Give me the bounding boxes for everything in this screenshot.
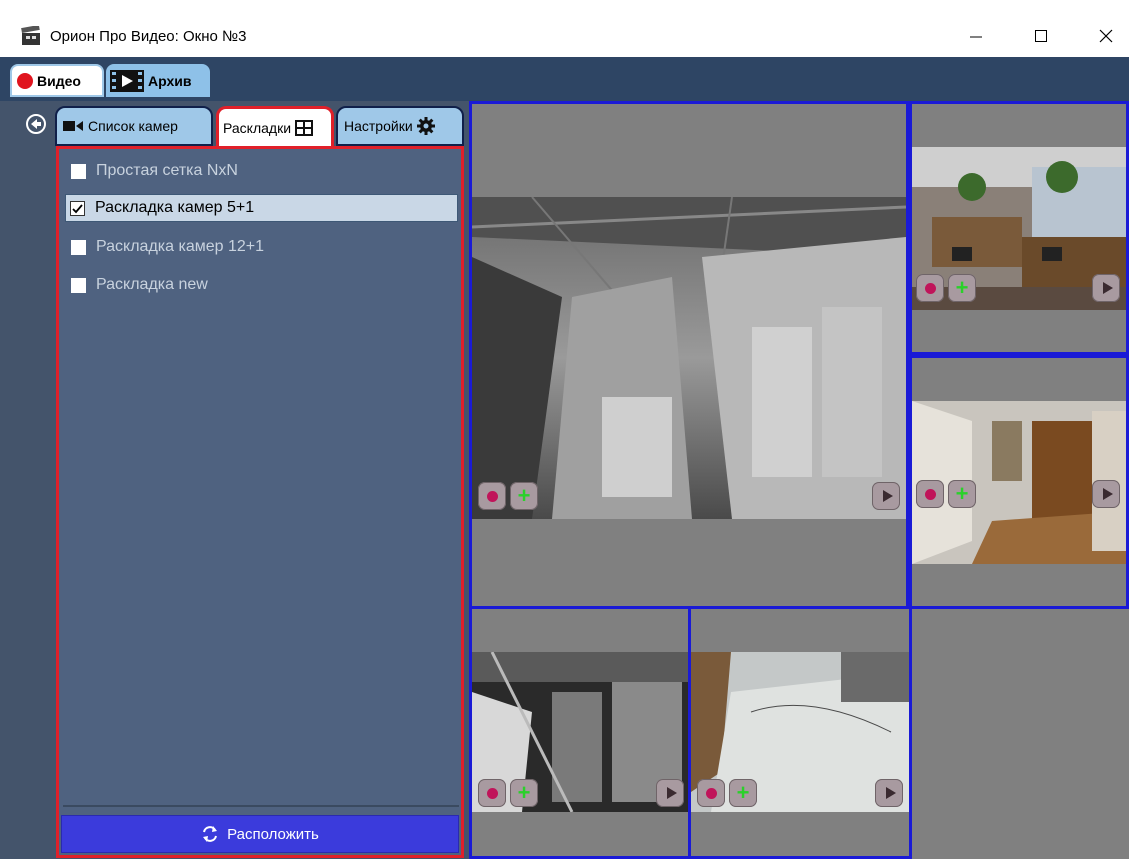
checkmark-icon (72, 203, 83, 213)
play-icon (1102, 488, 1113, 500)
tab-layouts[interactable]: Раскладки (216, 106, 334, 146)
play-icon (882, 490, 893, 502)
checkbox[interactable] (71, 239, 86, 255)
checkbox[interactable] (71, 163, 86, 179)
add-button[interactable]: + (948, 274, 976, 302)
play-button[interactable] (1092, 274, 1120, 302)
divider (63, 805, 459, 807)
record-icon (924, 282, 936, 294)
camera-feed-warehouse (472, 197, 906, 519)
maximize-button[interactable] (1018, 16, 1064, 56)
tab-settings[interactable]: Настройки (336, 106, 464, 146)
layouts-list-panel: Простая сетка NxN Раскладка камер 5+1 Ра… (56, 146, 464, 858)
checkbox-checked[interactable] (70, 200, 85, 216)
layout-item-selected[interactable]: Раскладка камер 5+1 (65, 194, 458, 222)
tab-video[interactable]: Видео (10, 64, 104, 97)
record-button[interactable] (916, 480, 944, 508)
play-button[interactable] (872, 482, 900, 510)
video-cell-storage[interactable]: + (469, 606, 691, 859)
layout-item[interactable]: Раскладка new (67, 271, 208, 299)
video-cell-main[interactable]: + (469, 101, 909, 609)
back-arrow-icon (26, 114, 46, 134)
play-button[interactable] (875, 779, 903, 807)
grid-icon (295, 119, 314, 136)
minimize-button[interactable] (953, 16, 999, 56)
tab-layouts-label: Раскладки (223, 119, 292, 136)
play-icon (1102, 282, 1113, 294)
tab-camera-list-label: Список камер (88, 118, 178, 134)
video-cell-empty[interactable] (912, 609, 1129, 859)
refresh-icon (203, 826, 218, 842)
add-button[interactable]: + (729, 779, 757, 807)
window-title: Орион Про Видео: Окно №3 (50, 28, 247, 45)
play-button[interactable] (656, 779, 684, 807)
arrange-button-label: Расположить (227, 825, 319, 843)
video-cell-hall[interactable]: + (688, 606, 912, 859)
tab-settings-label: Настройки (344, 118, 413, 134)
play-icon (666, 787, 677, 799)
plus-icon: + (955, 275, 969, 300)
record-icon (486, 490, 498, 502)
record-button[interactable] (478, 779, 506, 807)
add-button[interactable]: + (948, 480, 976, 508)
layout-item-label: Раскладка new (96, 276, 208, 293)
close-button[interactable] (1083, 16, 1129, 56)
plus-icon: + (517, 780, 531, 805)
arrange-button[interactable]: Расположить (61, 815, 459, 853)
record-button[interactable] (697, 779, 725, 807)
plus-icon: + (955, 481, 969, 506)
minimize-icon (970, 36, 982, 38)
tab-archive[interactable]: Архив (106, 64, 210, 97)
tab-archive-label: Архив (148, 72, 192, 89)
layout-item-label: Простая сетка NxN (96, 162, 238, 179)
video-cell-corridor[interactable]: + (909, 355, 1129, 609)
maximize-icon (1035, 30, 1047, 42)
add-button[interactable]: + (510, 779, 538, 807)
title-bar: Орион Про Видео: Окно №3 (0, 0, 1129, 57)
record-icon (486, 787, 498, 799)
collapse-panel-button[interactable] (25, 113, 47, 140)
checkbox[interactable] (71, 277, 86, 293)
warehouse-image (472, 197, 906, 519)
film-icon (110, 69, 144, 92)
camera-icon (63, 121, 83, 131)
record-button[interactable] (916, 274, 944, 302)
layout-item[interactable]: Простая сетка NxN (67, 157, 238, 185)
play-icon (885, 787, 896, 799)
video-cell-office[interactable]: + (909, 101, 1129, 355)
layout-item-label: Раскладка камер 5+1 (95, 199, 255, 216)
tab-video-label: Видео (37, 72, 81, 89)
plus-icon: + (517, 483, 531, 508)
play-button[interactable] (1092, 480, 1120, 508)
tab-camera-list[interactable]: Список камер (55, 106, 213, 146)
record-button[interactable] (478, 482, 506, 510)
add-button[interactable]: + (510, 482, 538, 510)
clapperboard-icon (21, 26, 40, 45)
record-icon (705, 787, 717, 799)
close-icon (1099, 29, 1113, 43)
gear-icon (416, 117, 435, 135)
record-icon (17, 72, 33, 89)
plus-icon: + (736, 780, 750, 805)
layout-item[interactable]: Раскладка камер 12+1 (67, 233, 264, 261)
video-grid: + + + + + (469, 101, 1129, 859)
layout-item-label: Раскладка камер 12+1 (96, 238, 265, 255)
record-icon (924, 488, 936, 500)
